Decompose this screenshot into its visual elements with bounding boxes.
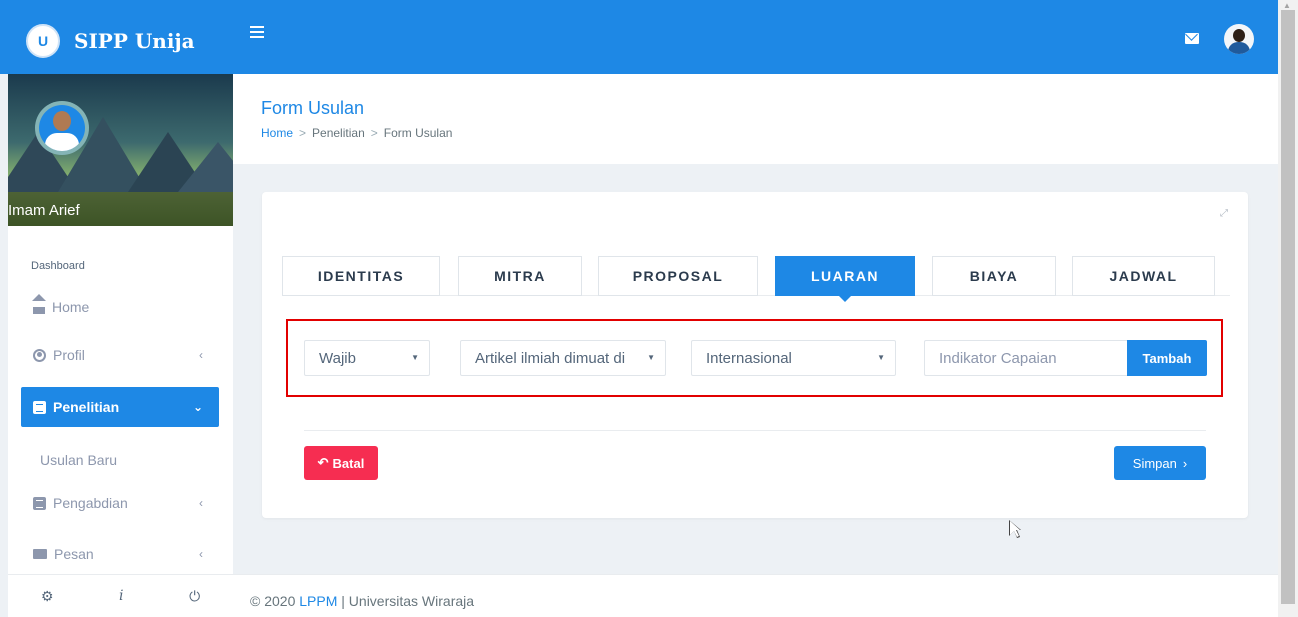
brand[interactable]: U SIPP Unija: [8, 8, 233, 74]
footer-separator: |: [341, 593, 345, 609]
breadcrumb-current: Form Usulan: [383, 126, 453, 140]
form-card: ⤢ IDENTITAS MITRA PROPOSAL LUARAN BIAYA …: [262, 192, 1248, 518]
chevron-down-icon: ⌄: [192, 400, 203, 414]
breadcrumb-home[interactable]: Home: [261, 126, 293, 140]
profile-avatar[interactable]: [35, 101, 89, 155]
scrollbar-thumb[interactable]: [1281, 10, 1295, 604]
breadcrumb-penelitian: Penelitian: [312, 126, 365, 140]
page-header: Form Usulan Home > Penelitian > Form Usulan: [233, 74, 1278, 164]
sidebar-item-label: Penelitian: [53, 399, 120, 415]
mail-icon[interactable]: [1185, 33, 1199, 44]
dropdown-arrow-icon: ▼: [877, 353, 885, 362]
power-icon[interactable]: ⏻: [189, 588, 200, 605]
hamburger-menu-icon[interactable]: [250, 26, 264, 38]
scroll-up-arrow-icon[interactable]: ▲: [1283, 1, 1291, 10]
kategori-value: Wajib: [319, 349, 356, 367]
tab-mitra[interactable]: MITRA: [458, 256, 582, 296]
tab-jadwal[interactable]: JADWAL: [1072, 256, 1215, 296]
tingkat-select[interactable]: Internasional ▼: [691, 340, 896, 376]
sidebar-item-pengabdian[interactable]: Pengabdian ‹: [21, 483, 219, 523]
tab-luaran[interactable]: LUARAN: [775, 256, 915, 302]
university-logo-icon: U: [26, 24, 60, 58]
simpan-label: Simpan: [1132, 455, 1177, 471]
chevron-right-icon: ›: [1182, 455, 1188, 471]
sidebar-item-profil[interactable]: Profil ‹: [21, 335, 219, 375]
tambah-button[interactable]: Tambah: [1127, 340, 1207, 376]
tab-identitas[interactable]: IDENTITAS: [282, 256, 440, 296]
settings-icon[interactable]: ⚙: [41, 588, 54, 605]
breadcrumb-separator: >: [370, 126, 378, 140]
copyright-text: © 2020: [250, 593, 296, 609]
sidebar-item-label: Home: [52, 299, 90, 315]
page-footer: © 2020 LPPM | Universitas Wiraraja: [233, 574, 1278, 617]
chevron-left-icon: ‹: [199, 496, 203, 510]
mail-icon: [33, 549, 47, 559]
info-icon[interactable]: i: [119, 588, 123, 604]
batal-button[interactable]: ↶ Batal: [304, 446, 378, 480]
divider: [304, 430, 1206, 431]
document-icon: [33, 496, 46, 510]
sidebar: Imam Arief Dashboard Home Profil ‹ Penel…: [8, 74, 233, 574]
app-title: SIPP Unija: [74, 29, 195, 53]
jenis-luaran-value: Artikel ilmiah dimuat di: [475, 349, 626, 367]
chevron-left-icon: ‹: [199, 547, 203, 561]
batal-label: Batal: [332, 455, 365, 471]
sidebar-subitem-usulan-baru[interactable]: Usulan Baru: [40, 452, 117, 468]
user-avatar[interactable]: [1224, 24, 1254, 54]
simpan-button[interactable]: Simpan ›: [1114, 446, 1206, 480]
sidebar-item-home[interactable]: Home: [21, 287, 219, 327]
home-icon: [32, 293, 46, 314]
kategori-select[interactable]: Wajib ▼: [304, 340, 430, 376]
lppm-link[interactable]: LPPM: [299, 593, 337, 609]
dropdown-arrow-icon: ▼: [647, 353, 655, 362]
undo-icon: ↶: [317, 455, 329, 470]
sidebar-item-label: Profil: [53, 347, 85, 363]
tab-proposal[interactable]: PROPOSAL: [598, 256, 758, 296]
indikator-capaian-input[interactable]: [924, 340, 1128, 376]
profile-name[interactable]: Imam Arief: [8, 192, 233, 226]
sidebar-item-label: Pengabdian: [53, 495, 128, 511]
expand-icon[interactable]: ⤢: [1220, 208, 1228, 219]
profile-banner: Imam Arief: [8, 74, 233, 226]
user-circle-icon: [33, 348, 46, 362]
chevron-left-icon: ‹: [199, 348, 203, 362]
university-name: Universitas Wiraraja: [348, 593, 475, 609]
tab-biaya[interactable]: BIAYA: [932, 256, 1056, 296]
sidebar-footer: ⚙ i ⏻: [8, 574, 233, 617]
jenis-luaran-select[interactable]: Artikel ilmiah dimuat di ▼: [460, 340, 666, 376]
sidebar-item-pesan[interactable]: Pesan ‹: [21, 534, 219, 574]
dropdown-arrow-icon: ▼: [411, 353, 419, 362]
document-icon: [33, 400, 46, 414]
page-title: Form Usulan: [261, 98, 365, 118]
sidebar-section-label: Dashboard: [31, 260, 85, 272]
breadcrumb-separator: >: [299, 126, 307, 140]
form-tabs: IDENTITAS MITRA PROPOSAL LUARAN BIAYA JA…: [282, 256, 1230, 302]
tingkat-value: Internasional: [706, 349, 792, 367]
sidebar-item-label: Pesan: [54, 546, 94, 562]
breadcrumb: Home > Penelitian > Form Usulan: [261, 126, 452, 140]
sidebar-item-penelitian[interactable]: Penelitian ⌄: [21, 387, 219, 427]
